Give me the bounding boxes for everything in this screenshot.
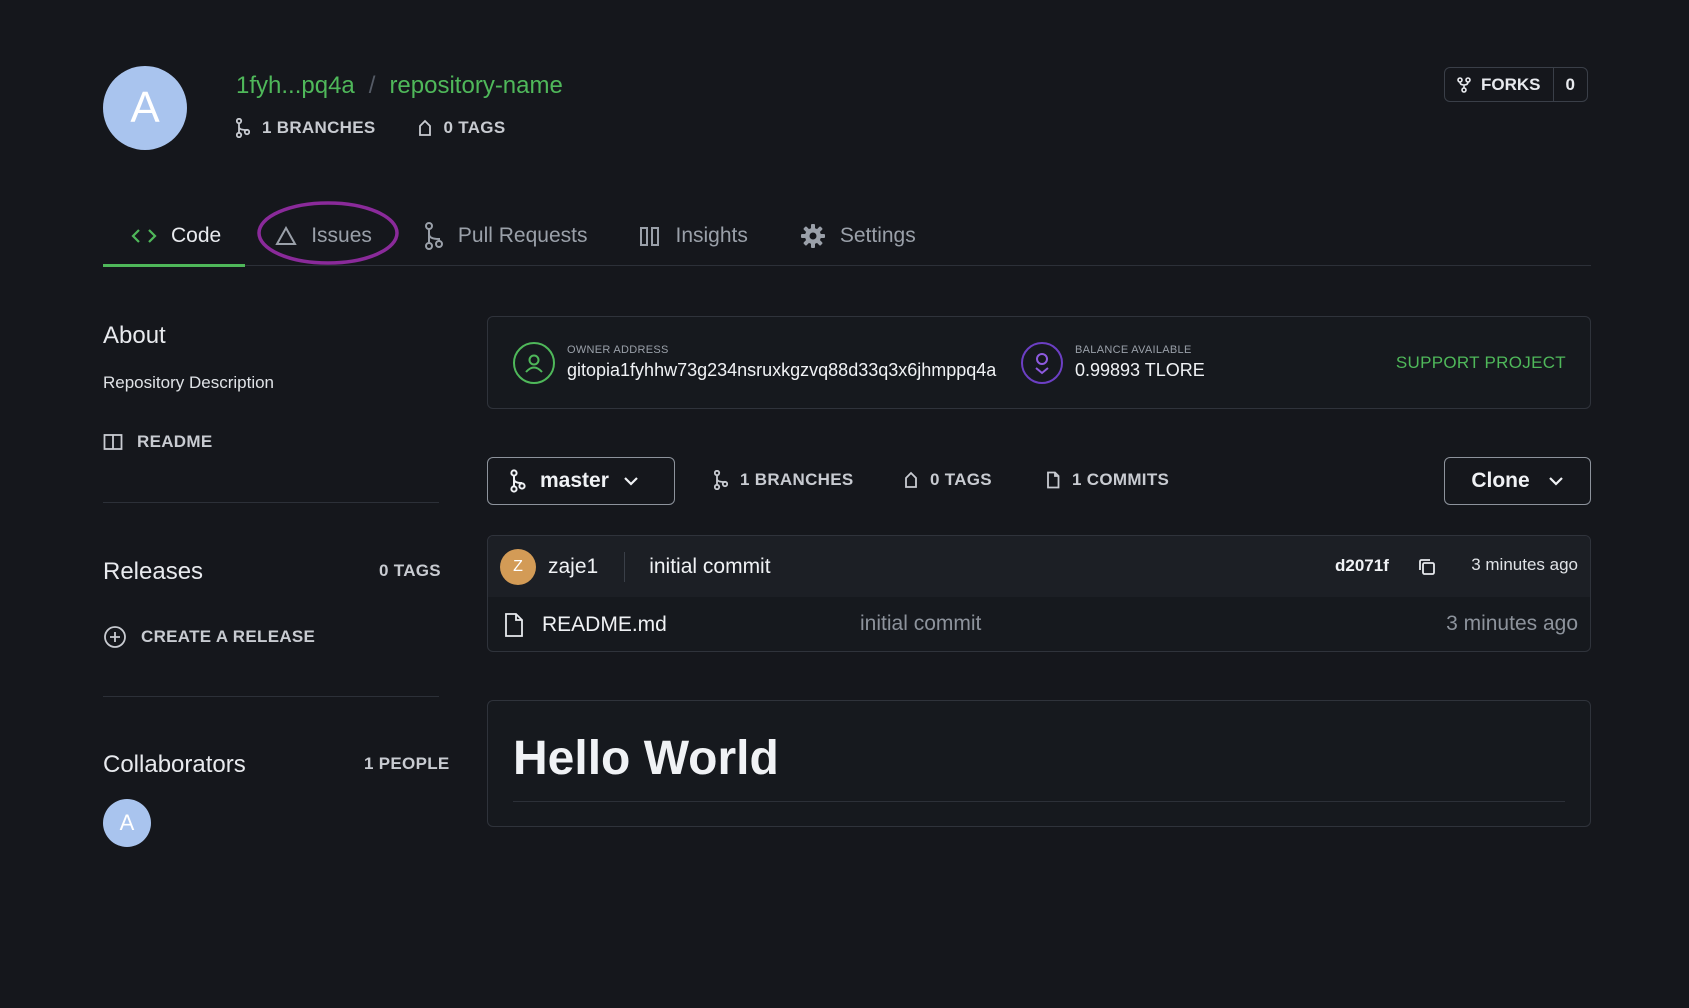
repo-breadcrumb: 1fyh...pq4a / repository-name — [236, 72, 563, 100]
branches-link[interactable]: 1 BRANCHES — [714, 470, 854, 490]
forks-count: 0 — [1565, 74, 1575, 94]
commit-divider — [624, 551, 626, 582]
readme-link-label: README — [137, 432, 213, 451]
branch-icon — [714, 470, 728, 490]
create-release-link[interactable]: CREATE A RELEASE — [103, 625, 315, 649]
support-project-link[interactable]: SUPPORT PROJECT — [1396, 353, 1566, 373]
tags-count: 0 TAGS — [930, 470, 992, 489]
branch-icon — [236, 118, 250, 138]
owner-address: gitopia1fyhhw73g234nsruxkgzvq88d33q3x6jh… — [567, 360, 997, 380]
tab-insights-label: Insights — [675, 224, 748, 247]
tab-settings[interactable]: Settings — [772, 206, 940, 266]
user-circle-icon — [513, 342, 555, 384]
readme-heading: Hello World — [513, 732, 779, 785]
repo-name-link[interactable]: repository-name — [389, 72, 562, 100]
triangle-icon — [275, 226, 297, 245]
commits-link[interactable]: 1 COMMITS — [1046, 470, 1169, 490]
file-table: Z zaje1 initial commit d2071f 3 minutes … — [487, 535, 1591, 652]
releases-count: 0 TAGS — [379, 561, 441, 580]
commits-count: 1 COMMITS — [1072, 470, 1170, 489]
branch-icon — [510, 469, 526, 493]
readme-heading-rule — [513, 801, 1565, 802]
tab-settings-label: Settings — [839, 224, 916, 247]
token-icon — [1021, 342, 1063, 384]
branches-count: 1 BRANCHES — [740, 470, 854, 489]
tab-pull-requests-label: Pull Requests — [457, 224, 588, 247]
commit-message[interactable]: initial commit — [649, 555, 770, 579]
breadcrumb-separator: / — [368, 72, 376, 99]
owner-link[interactable]: 1fyh...pq4a — [236, 72, 355, 100]
commit-author[interactable]: zaje1 — [548, 555, 598, 579]
tab-code[interactable]: Code — [103, 206, 246, 267]
owner-address-caption: OWNER ADDRESS — [567, 344, 669, 356]
collaborators-count: 1 PEOPLE — [364, 754, 450, 773]
file-icon — [1047, 471, 1060, 489]
commit-hash[interactable]: d2071f — [1335, 556, 1389, 576]
readme-panel: Hello World — [487, 700, 1591, 827]
fork-icon — [1457, 76, 1471, 93]
file-row[interactable]: README.md initial commit 3 minutes ago — [488, 597, 1590, 651]
chevron-down-icon — [624, 477, 638, 486]
tab-issues-label: Issues — [311, 224, 372, 247]
commit-time: 3 minutes ago — [1471, 555, 1578, 574]
readme-link[interactable]: README — [103, 432, 212, 452]
collaborators-heading: Collaborators — [103, 751, 246, 778]
tags-link[interactable]: 0 TAGS — [904, 470, 992, 490]
tab-pull-requests[interactable]: Pull Requests — [396, 206, 612, 266]
branch-selector-label: master — [540, 469, 609, 492]
repo-tabs: Code Issues Pull Requests Insights Setti… — [103, 206, 1591, 267]
code-icon — [131, 229, 157, 243]
clone-label: Clone — [1471, 469, 1530, 492]
repo-description: Repository Description — [103, 373, 275, 392]
file-name[interactable]: README.md — [542, 613, 667, 637]
balance-value: 0.99893 TLORE — [1075, 360, 1205, 380]
tab-insights[interactable]: Insights — [611, 206, 771, 266]
pull-request-icon — [424, 222, 443, 250]
tag-icon — [905, 471, 917, 488]
header-branches-link[interactable]: 1 BRANCHES — [236, 118, 376, 138]
releases-heading: Releases — [103, 558, 204, 585]
sidebar-divider — [103, 696, 439, 697]
header-branches-count: 1 BRANCHES — [262, 118, 376, 137]
balance-caption: BALANCE AVAILABLE — [1075, 344, 1192, 356]
tab-issues[interactable]: Issues — [245, 206, 396, 266]
branch-selector[interactable]: master — [487, 457, 675, 505]
about-heading: About — [103, 322, 166, 349]
header-tags-link[interactable]: 0 TAGS — [418, 118, 506, 138]
file-time: 3 minutes ago — [1446, 612, 1578, 635]
latest-commit-row: Z zaje1 initial commit d2071f 3 minutes … — [488, 536, 1590, 597]
collaborator-avatar[interactable]: A — [103, 799, 151, 847]
file-icon — [505, 613, 523, 637]
tag-icon — [418, 119, 431, 136]
book-icon — [103, 434, 123, 450]
forks-label: FORKS — [1481, 74, 1541, 94]
clone-button[interactable]: Clone — [1444, 457, 1591, 505]
repo-owner-avatar: A — [103, 66, 187, 150]
copy-icon[interactable] — [1417, 557, 1437, 577]
tab-code-label: Code — [171, 224, 222, 247]
owner-card: OWNER ADDRESS gitopia1fyhhw73g234nsruxkg… — [487, 316, 1591, 409]
forks-button[interactable]: FORKS 0 — [1444, 67, 1588, 102]
file-commit-message[interactable]: initial commit — [860, 612, 981, 636]
header-tags-count: 0 TAGS — [443, 118, 506, 137]
chevron-down-icon — [1548, 477, 1563, 486]
create-release-label: CREATE A RELEASE — [141, 627, 316, 646]
plus-circle-icon — [104, 626, 126, 648]
sidebar-divider — [103, 502, 439, 503]
gear-icon — [800, 224, 825, 248]
commit-author-avatar: Z — [500, 548, 536, 585]
repo-meta: 1 BRANCHES 0 TAGS — [236, 118, 531, 138]
issues-highlight-ring — [257, 201, 399, 265]
bar-chart-icon — [640, 227, 660, 246]
